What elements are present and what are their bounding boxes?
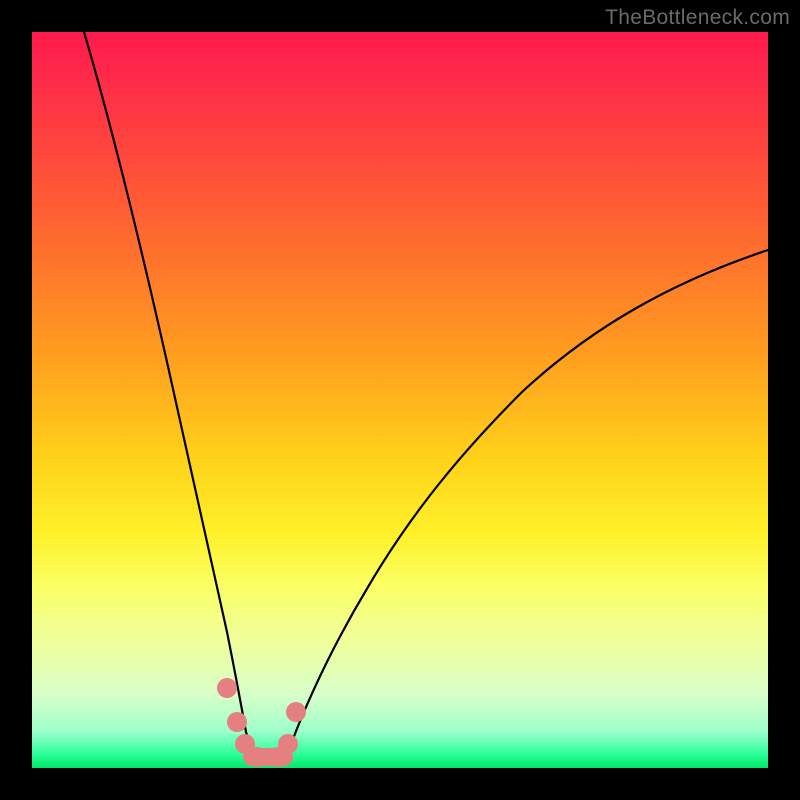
marker-dot xyxy=(286,702,306,722)
marker-dot xyxy=(217,678,237,698)
chart-svg xyxy=(32,32,768,768)
plot-area xyxy=(32,32,768,768)
watermark-text: TheBottleneck.com xyxy=(605,6,790,30)
marker-dot xyxy=(247,747,267,767)
marker-dot xyxy=(227,712,247,732)
curve-right-branch xyxy=(291,250,768,744)
curve-left-branch xyxy=(84,32,246,732)
marker-dot xyxy=(278,734,298,754)
chart-frame: TheBottleneck.com xyxy=(0,0,800,800)
